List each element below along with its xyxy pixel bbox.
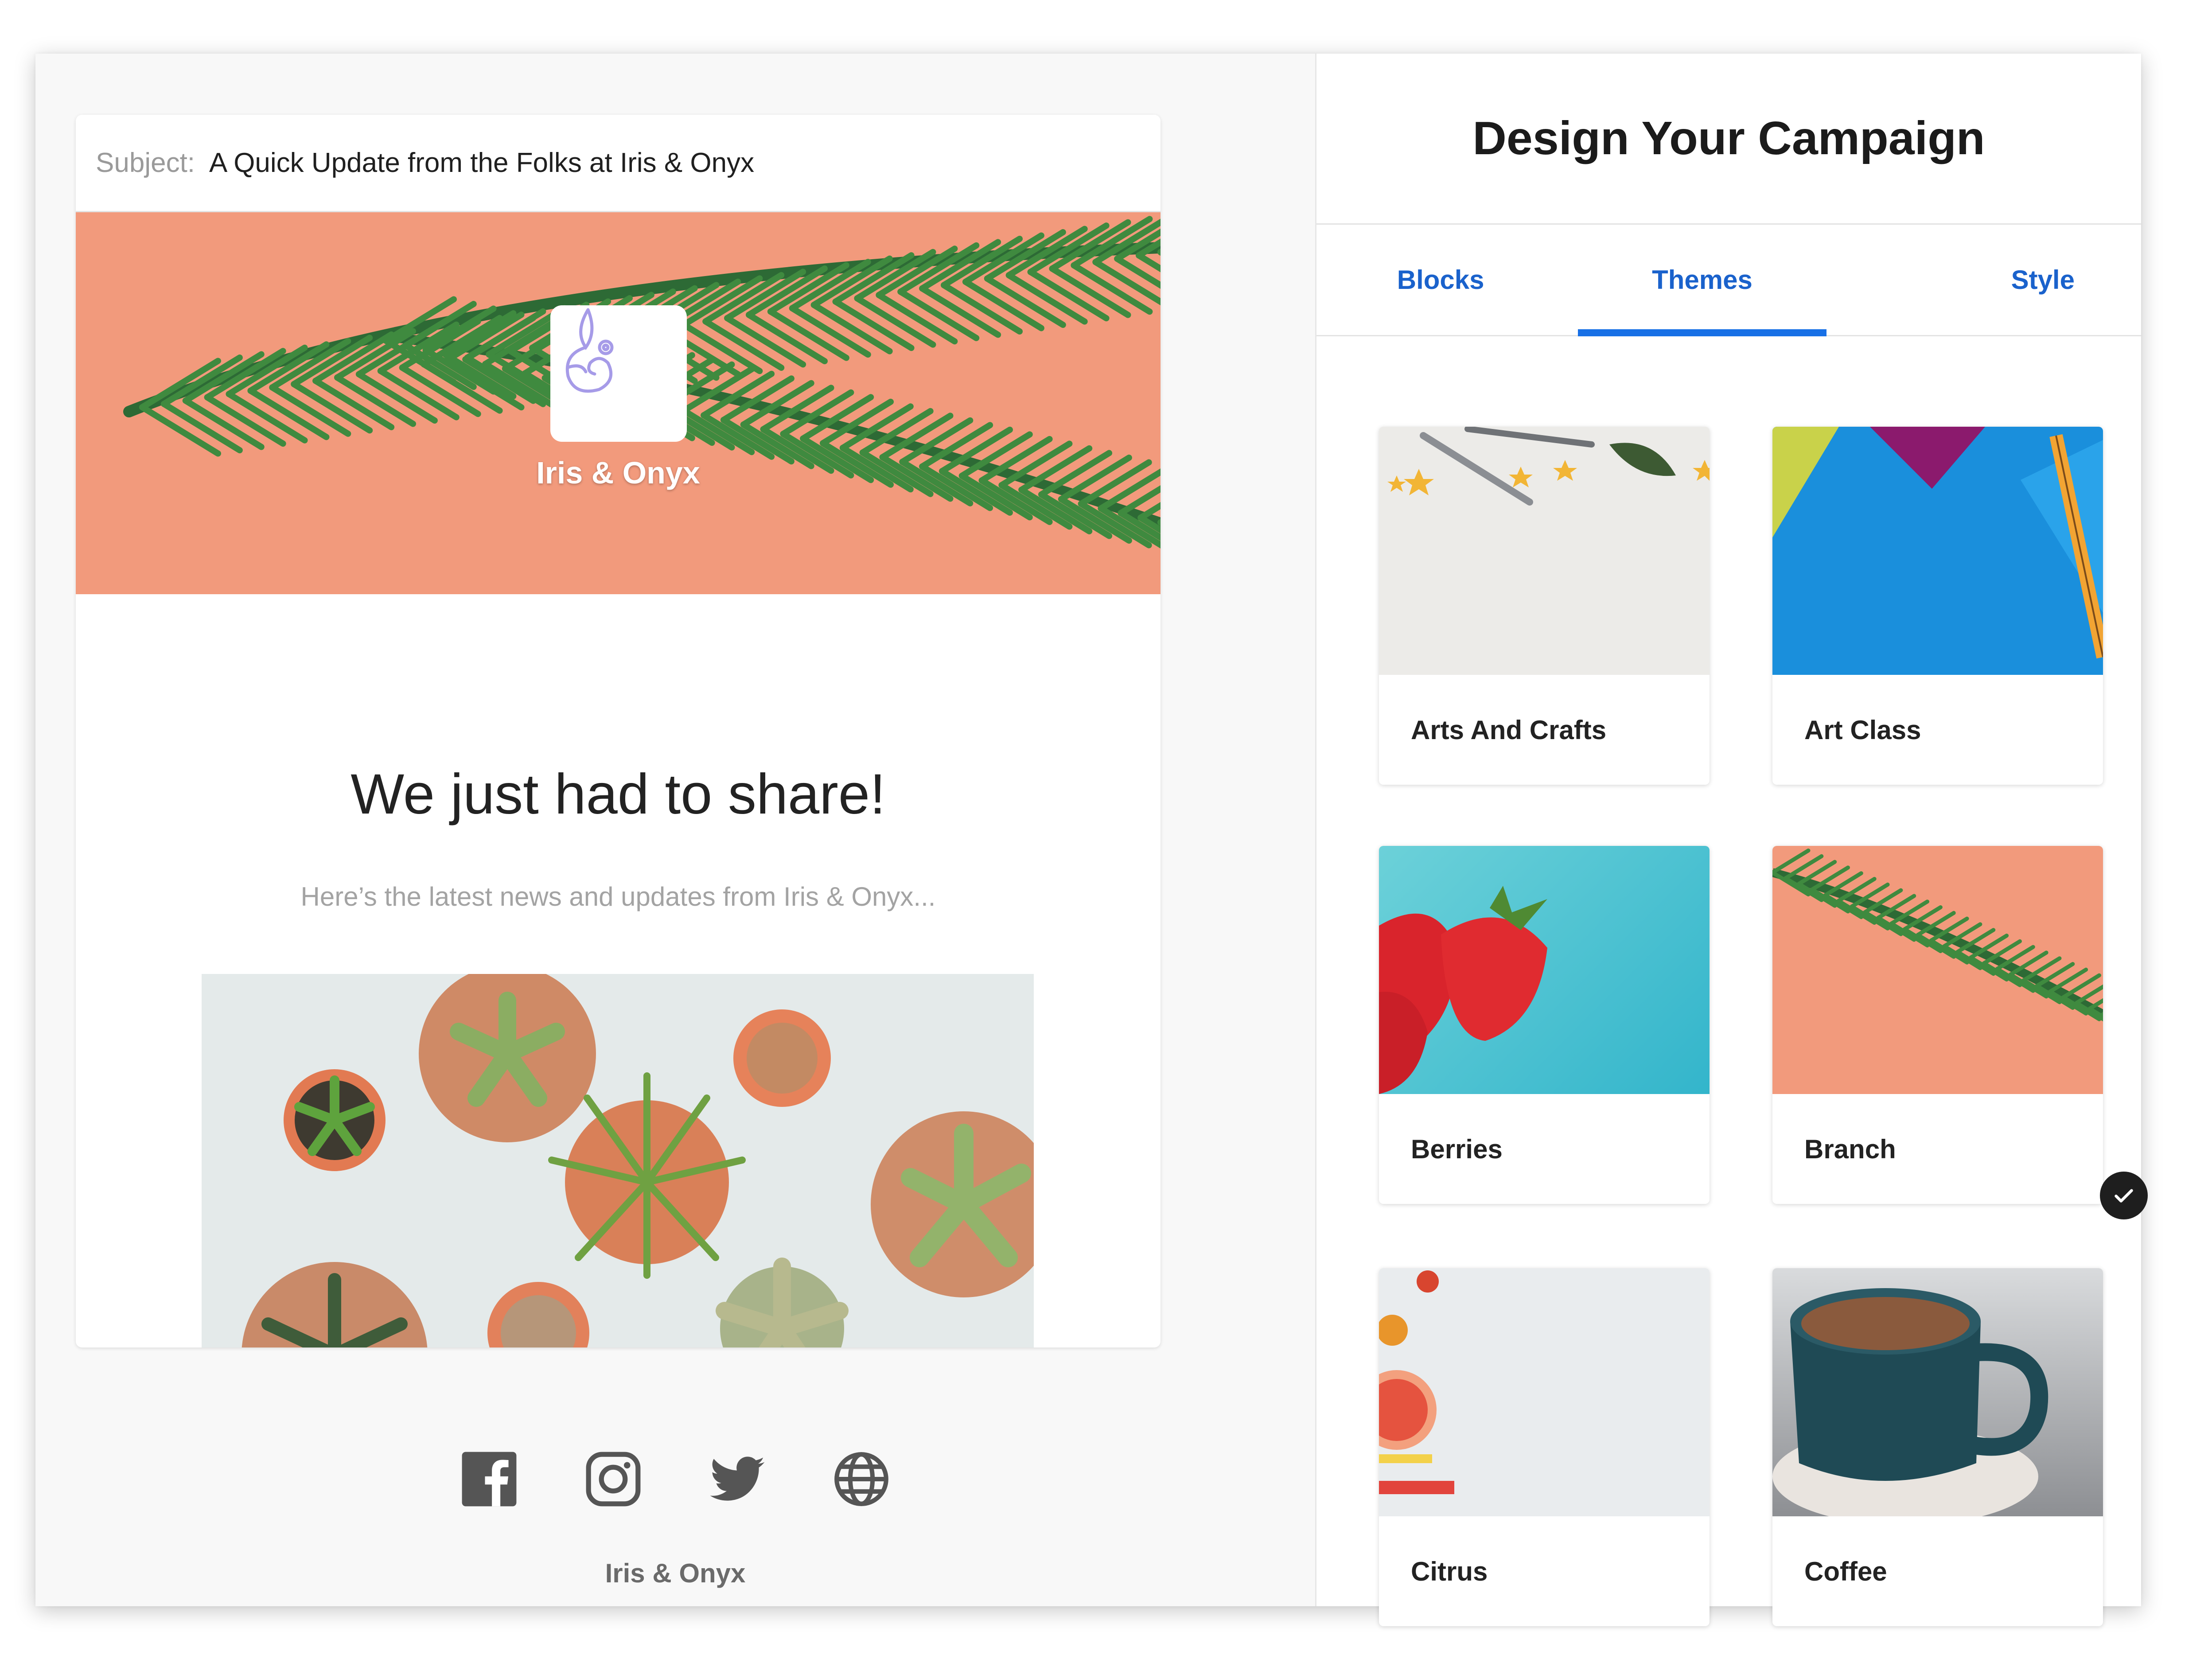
globe-icon[interactable] [832,1449,891,1509]
selected-check-icon [2100,1172,2148,1219]
tab-themes[interactable]: Themes [1578,225,1826,336]
instagram-icon[interactable] [584,1449,643,1509]
panel-tabs: Blocks Themes Style [1316,225,2141,336]
theme-thumbnail [1379,427,1710,675]
theme-name: Coffee [1804,1556,1887,1586]
theme-thumbnail [1772,427,2103,675]
swirl-logo-icon [565,308,614,393]
email-headline[interactable]: We just had to share! [76,762,1161,827]
theme-card-arts-and-crafts[interactable]: Arts And Crafts [1379,427,1710,785]
email-card: Subject: A Quick Update from the Folks a… [76,115,1161,1347]
theme-card-berries[interactable]: Berries [1379,846,1710,1204]
theme-card-citrus[interactable]: Citrus [1379,1268,1710,1626]
theme-name: Citrus [1411,1556,1488,1586]
succulent-pots-image [241,974,1034,1347]
theme-name: Art Class [1804,715,1921,745]
twitter-icon[interactable] [708,1449,767,1509]
theme-card-branch[interactable]: Branch [1772,846,2103,1204]
panel-title: Design Your Campaign [1316,54,2141,225]
subject-text[interactable]: A Quick Update from the Folks at Iris & … [209,147,754,179]
branch-image [1772,849,2103,1022]
design-panel: Design Your Campaign Blocks Themes Style [1315,54,2148,1626]
theme-thumbnail [1379,1268,1710,1516]
subject-label: Subject: [96,148,195,178]
header-image[interactable]: Iris & Onyx [76,212,1161,594]
footer-brand-name: Iris & Onyx [605,1558,746,1588]
theme-name: Arts And Crafts [1411,715,1607,745]
theme-card-art-class[interactable]: Art Class [1772,427,2103,785]
subject-row[interactable]: Subject: A Quick Update from the Folks a… [76,115,1161,212]
social-links [35,1449,1315,1509]
tab-blocks[interactable]: Blocks [1316,225,1578,335]
theme-thumbnail [1379,846,1710,1094]
theme-name: Branch [1804,1134,1896,1164]
app-window: Subject: A Quick Update from the Folks a… [35,54,2148,1626]
berries-image [1379,886,1547,1094]
theme-thumbnail [1772,1268,2103,1516]
email-subheadline[interactable]: Here’s the latest news and updates from … [76,881,1161,912]
succulents-photo[interactable] [202,974,1034,1347]
facebook-icon[interactable] [460,1449,519,1509]
citrus-image [1379,1270,1454,1494]
email-preview-pane: Subject: A Quick Update from the Folks a… [35,54,1315,1606]
theme-thumbnail [1772,846,2103,1094]
coffee-image [1772,1288,2048,1516]
arts-crafts-image [1387,427,1710,506]
brand-name: Iris & Onyx [536,456,700,490]
tab-style[interactable]: Style [1826,225,2141,335]
art-class-image [1772,427,2103,659]
theme-name: Berries [1411,1134,1503,1164]
brand-logo [550,305,687,442]
theme-card-coffee[interactable]: Coffee [1772,1268,2103,1626]
